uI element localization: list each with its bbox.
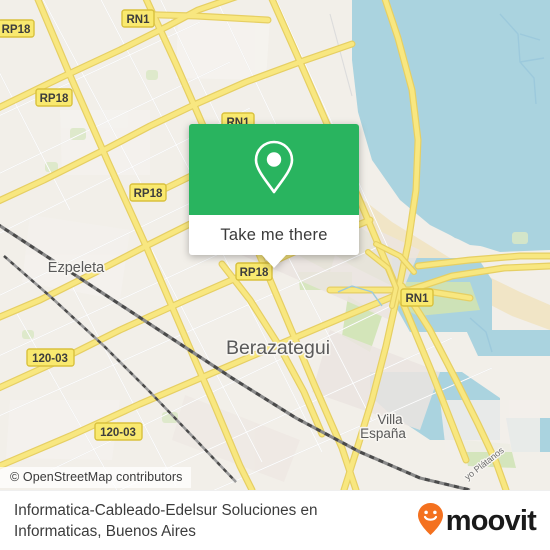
road-shield-120-03-2: 120-03 (94, 422, 143, 441)
moovit-map-page: .rdc{stroke:#e6cf63;fill:none;stroke-lin… (0, 0, 550, 550)
svg-text:RP18: RP18 (40, 93, 69, 105)
road-shield-rp18-2: RP18 (35, 88, 73, 107)
osm-attribution[interactable]: © OpenStreetMap contributors (0, 467, 191, 488)
svg-text:120-03: 120-03 (32, 353, 68, 365)
map-pin-icon (252, 139, 296, 200)
svg-text:RN1: RN1 (405, 293, 429, 305)
svg-text:RP18: RP18 (240, 267, 269, 279)
svg-text:RP18: RP18 (2, 24, 31, 36)
place-label-espana: España (360, 426, 406, 441)
page-title: Informatica-Cableado-Edelsur Soluciones … (14, 502, 318, 540)
svg-text:120-03: 120-03 (100, 427, 136, 439)
moovit-logo[interactable]: moovit (417, 502, 550, 541)
road-shield-120-03-1: 120-03 (26, 348, 75, 367)
road-shield-rp18-3: RP18 (129, 183, 167, 202)
moovit-smiley-pin-icon (417, 502, 444, 541)
svg-text:RP18: RP18 (134, 188, 163, 200)
take-me-there-popup[interactable]: Take me there (189, 124, 359, 268)
page-footer: Informatica-Cableado-Edelsur Soluciones … (0, 490, 550, 550)
road-shield-rn1-3: RN1 (400, 288, 434, 307)
popup-header (189, 124, 359, 215)
svg-text:RN1: RN1 (126, 14, 150, 26)
take-me-there-label: Take me there (220, 225, 328, 244)
road-shield-rp18-1: RP18 (0, 19, 35, 38)
road-shield-rn1-1: RN1 (121, 9, 155, 28)
moovit-wordmark: moovit (445, 504, 537, 537)
popup-footer[interactable]: Take me there (189, 215, 359, 268)
place-label-ezpeleta: Ezpeleta (48, 260, 105, 276)
place-label-villa: Villa (377, 412, 403, 427)
place-label-berazategui: Berazategui (226, 337, 330, 359)
popup-tail-pointer (261, 254, 287, 268)
